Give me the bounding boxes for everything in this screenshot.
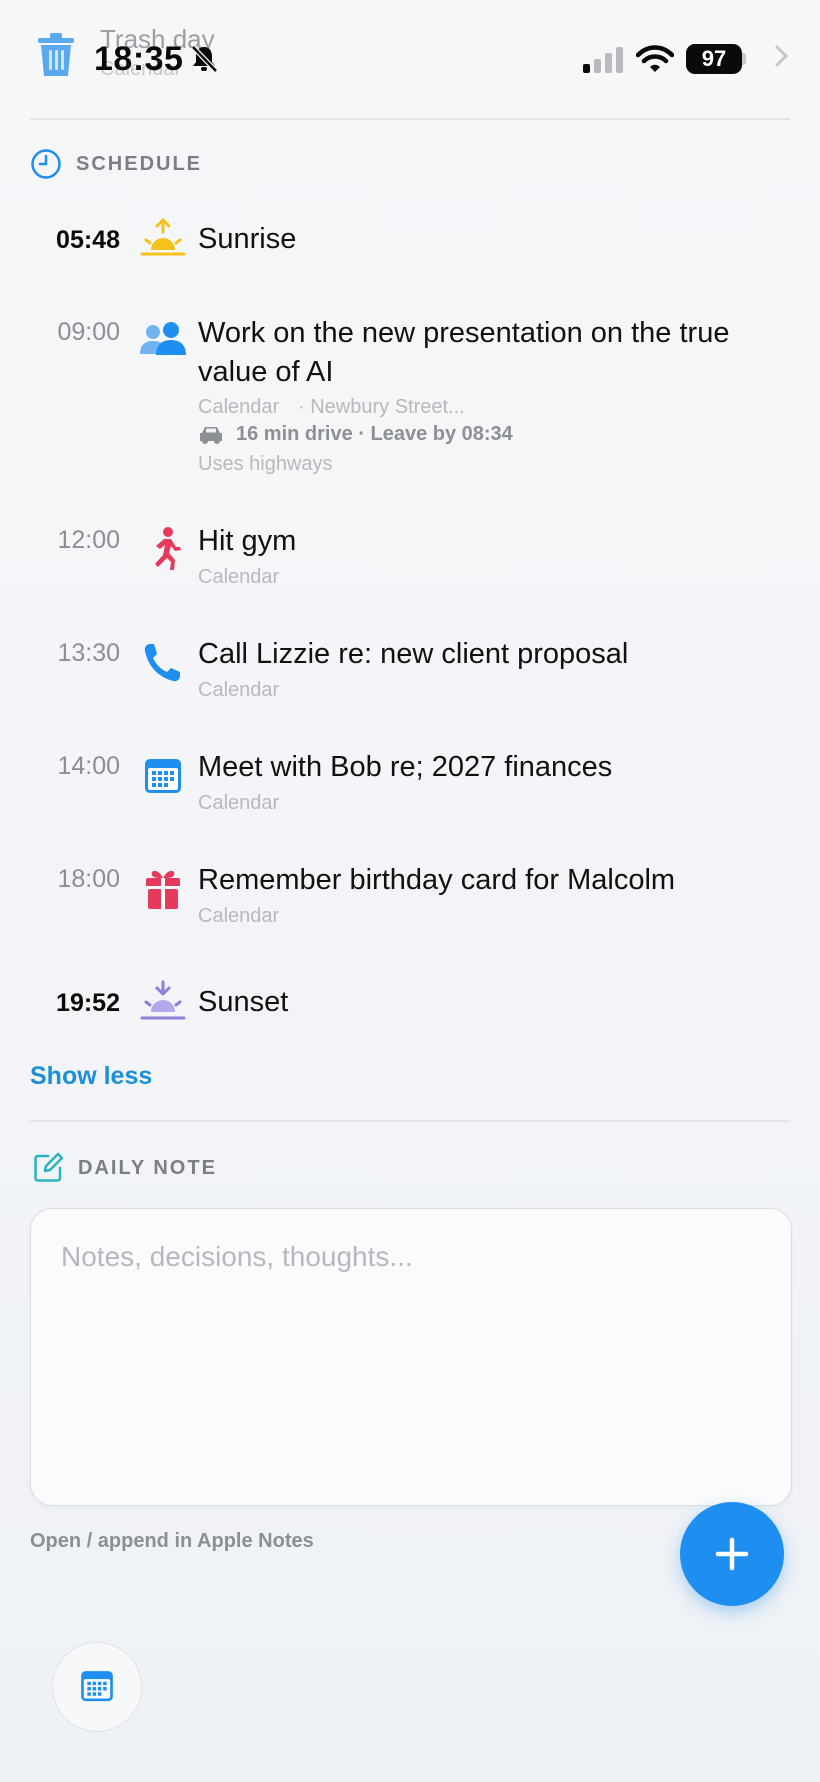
daily-note-box	[30, 1208, 792, 1506]
gift-icon	[138, 866, 188, 912]
event-location: · Newbury Street...	[298, 396, 465, 418]
note-edit-icon	[34, 1152, 64, 1182]
wifi-icon	[635, 44, 675, 74]
plus-icon	[715, 1537, 749, 1571]
calendar-icon	[138, 754, 188, 800]
calendar-icon	[81, 1671, 113, 1702]
phone-icon	[138, 640, 188, 686]
drive-note: Uses highways	[198, 453, 333, 475]
running-icon	[138, 526, 188, 572]
chevron-right-icon[interactable]	[774, 44, 790, 68]
status-time: 18:35	[94, 40, 184, 78]
sunrise-icon	[138, 218, 188, 264]
event-source: Calendar	[198, 905, 280, 927]
open-apple-notes-link[interactable]: Open / append in Apple Notes	[30, 1530, 314, 1553]
calendar-button[interactable]	[52, 1642, 142, 1732]
event-title[interactable]: Hit gym	[198, 522, 778, 561]
event-time: 14:00	[57, 752, 120, 780]
event-source: Calendar	[198, 566, 280, 588]
event-time: 09:00	[57, 318, 120, 346]
event-time: 12:00	[57, 526, 120, 554]
daily-note-header: DAILY NOTE	[32, 1152, 217, 1184]
schedule-header: SCHEDULE	[30, 148, 202, 180]
event-source: Calendar	[198, 792, 280, 814]
sunset-icon	[138, 980, 188, 1026]
daily-note-input[interactable]	[31, 1209, 791, 1505]
event-source: Calendar	[198, 679, 280, 701]
event-title[interactable]: Remember birthday card for Malcolm	[198, 861, 778, 900]
event-title[interactable]: Sunset	[198, 983, 778, 1022]
trash-icon	[36, 32, 76, 78]
cellular-signal-icon	[582, 46, 624, 74]
event-title[interactable]: Meet with Bob re; 2027 finances	[198, 748, 778, 787]
people-icon	[138, 320, 188, 366]
event-title[interactable]: Work on the new presentation on the true…	[198, 314, 778, 392]
top-divider	[30, 118, 790, 120]
drive-text: 16 min drive · Leave by 08:34	[236, 423, 513, 445]
car-icon	[200, 426, 222, 444]
schedule-label: SCHEDULE	[76, 152, 203, 175]
battery-tip	[742, 53, 746, 65]
event-time: 05:48	[56, 226, 120, 254]
show-less-link[interactable]: Show less	[30, 1062, 152, 1091]
section-divider	[30, 1120, 790, 1122]
event-source: Calendar	[198, 396, 280, 418]
clock-icon	[31, 149, 61, 179]
battery-level: 97	[686, 44, 742, 74]
event-time: 19:52	[56, 989, 120, 1017]
bell-slash-icon	[190, 44, 218, 74]
event-time: 13:30	[57, 639, 120, 667]
event-time: 18:00	[57, 865, 120, 893]
drive-info: 16 min drive · Leave by 08:34	[198, 423, 513, 446]
event-title[interactable]: Call Lizzie re: new client proposal	[198, 635, 778, 674]
event-title[interactable]: Sunrise	[198, 220, 778, 259]
daily-note-label: DAILY NOTE	[78, 1156, 217, 1179]
add-button[interactable]	[680, 1502, 784, 1606]
